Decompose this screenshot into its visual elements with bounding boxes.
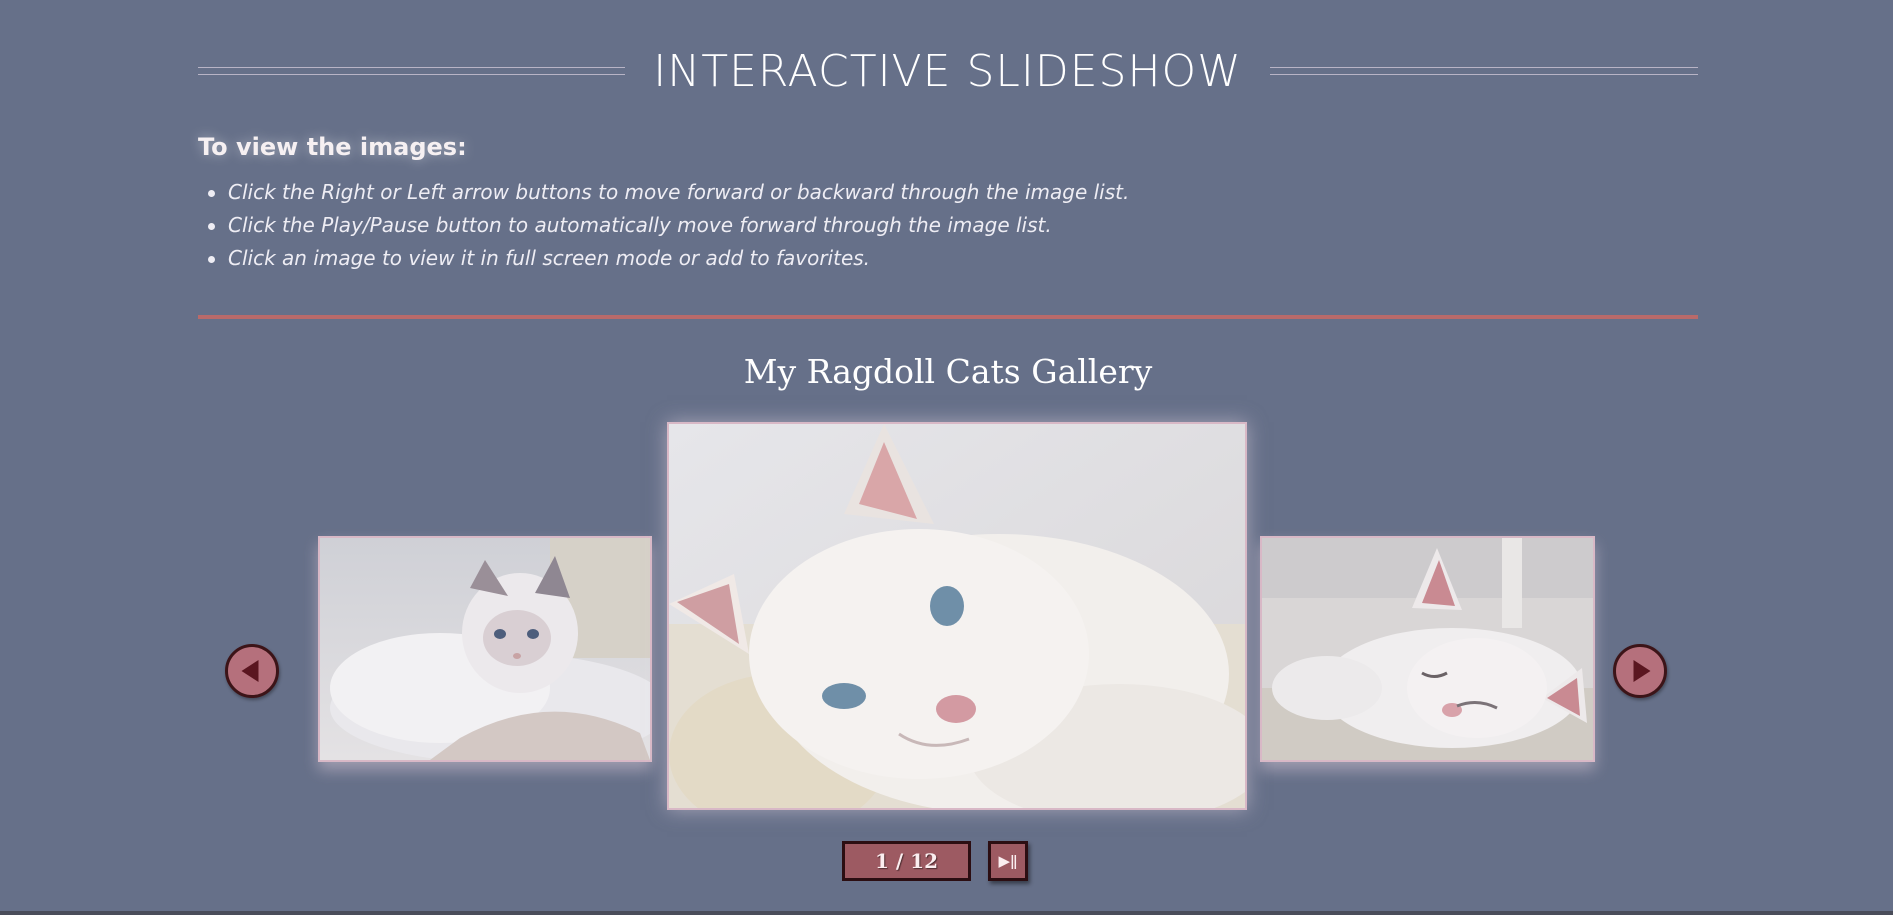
cat-photo-previous [320, 538, 650, 760]
page-header: INTERACTIVE SLIDESHOW [198, 42, 1698, 102]
header-rule-left [198, 67, 625, 75]
slide-image-current[interactable] [667, 422, 1247, 810]
page-title: INTERACTIVE SLIDESHOW [653, 46, 1242, 97]
slide-counter: 1 / 12 [842, 841, 971, 881]
instruction-item: Click the Right or Left arrow buttons to… [198, 176, 1129, 209]
cat-photo-next [1262, 538, 1593, 760]
cat-photo-current [669, 424, 1245, 808]
instruction-item: Click an image to view it in full screen… [198, 242, 1129, 275]
prev-button[interactable] [225, 644, 279, 698]
play-pause-icon: ▶ǁ [998, 852, 1018, 870]
header-rule-right [1270, 67, 1698, 75]
instructions-list: Click the Right or Left arrow buttons to… [198, 176, 1129, 275]
slide-image-next[interactable] [1260, 536, 1595, 762]
next-button[interactable] [1613, 644, 1667, 698]
section-divider [198, 315, 1698, 319]
gallery-title: My Ragdoll Cats Gallery [743, 352, 1153, 391]
bottom-edge [0, 911, 1893, 915]
instruction-item: Click the Play/Pause button to automatic… [198, 209, 1129, 242]
slide-image-previous[interactable] [318, 536, 652, 762]
instructions-heading: To view the images: [198, 133, 467, 161]
right-arrow-icon [1633, 660, 1651, 682]
left-arrow-icon [241, 660, 259, 682]
play-pause-button[interactable]: ▶ǁ [988, 841, 1028, 881]
